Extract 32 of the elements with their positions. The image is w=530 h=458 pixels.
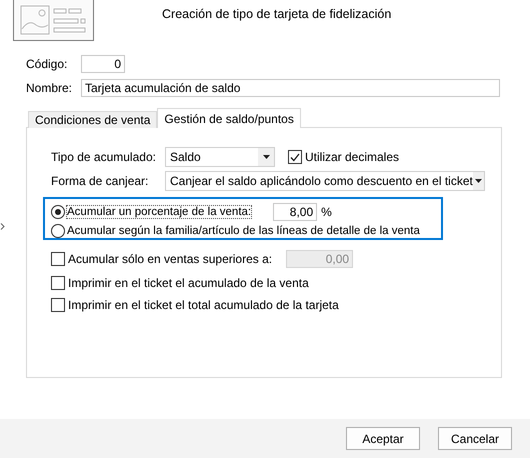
checkbox[interactable] [51, 298, 65, 312]
check-icon [290, 152, 300, 162]
tab[interactable]: Condiciones de venta [28, 111, 158, 128]
dialog-button[interactable]: Cancelar [438, 427, 512, 450]
radio-label: Acumular según la familia/artículo de las líneas de detalle de la venta [67, 225, 420, 237]
input-field[interactable]: 0 [81, 55, 125, 73]
percentage-field[interactable]: 8,00 [273, 203, 318, 221]
caret-icon [262, 155, 270, 159]
chevron-icon [0, 223, 5, 230]
checkbox-label: Imprimir en el ticket el acumulado de la venta [68, 276, 309, 290]
radio-button[interactable] [51, 224, 65, 238]
dialog-button[interactable]: Aceptar [346, 427, 420, 450]
tab[interactable]: Gestión de saldo/puntos [157, 108, 301, 128]
checkbox-label: Utilizar decimales [305, 150, 400, 164]
unit-label: % [321, 205, 332, 219]
checkbox[interactable] [288, 150, 302, 164]
checkbox[interactable] [51, 276, 65, 290]
field-label: Nombre: [26, 81, 74, 95]
dropdown[interactable]: Saldo [165, 147, 275, 167]
field-label: Forma de canjear: [51, 174, 150, 188]
checkbox-label: Imprimir en el ticket el total acumulado de la tarjeta [68, 298, 339, 312]
radio-button[interactable] [51, 205, 65, 219]
caret-icon [474, 179, 482, 183]
dialog-title: Creación de tipo de tarjeta de fidelización [162, 7, 392, 21]
field-label: Tipo de acumulado: [51, 150, 157, 164]
dropdown[interactable]: Canjear el saldo aplicándolo como descuento en el ticket [165, 171, 485, 191]
image-placeholder[interactable] [13, 0, 94, 41]
input-field[interactable]: Tarjeta acumulación de saldo [81, 79, 500, 97]
checkbox-label: Acumular sólo en ventas superiores a: [68, 252, 272, 266]
image-placeholder-icon [20, 5, 88, 35]
field-label: Código: [26, 57, 68, 71]
radio-label: Acumular un porcentaje de la venta: [67, 206, 252, 218]
